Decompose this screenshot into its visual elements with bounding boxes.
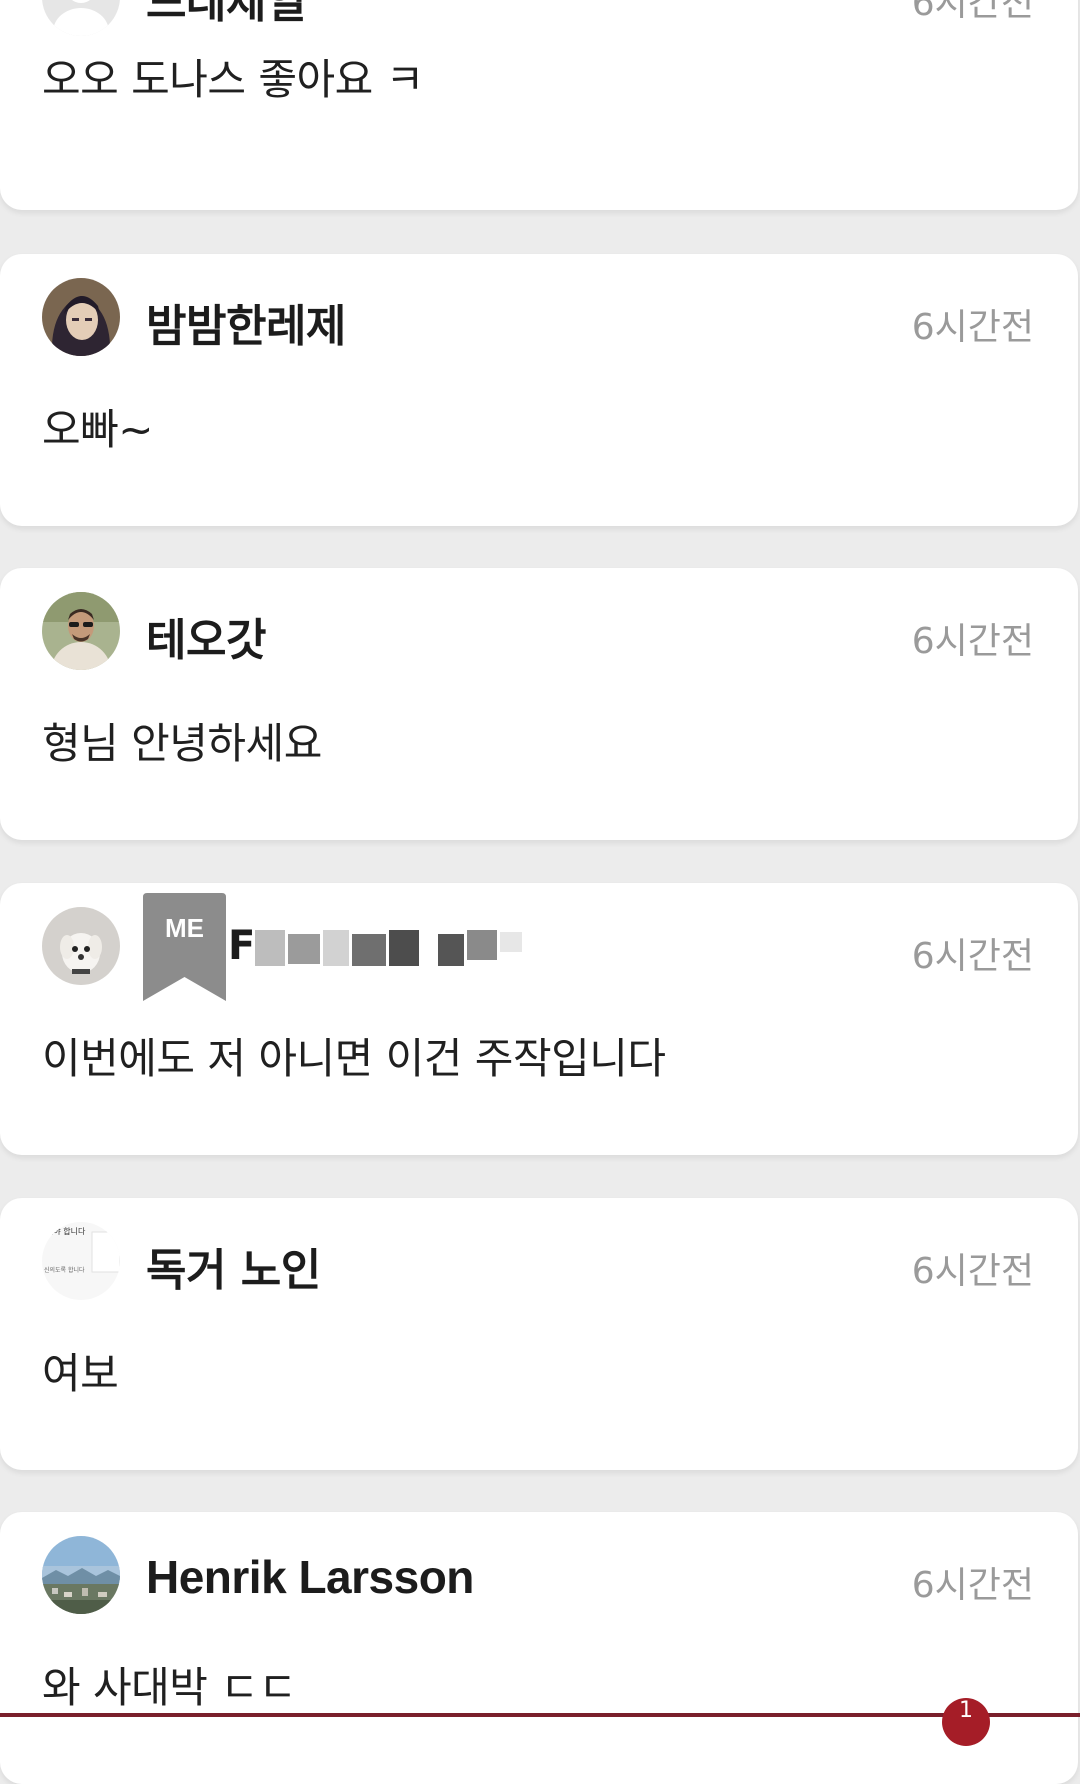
avatar[interactable] [42, 0, 120, 36]
notification-badge[interactable]: 1 [942, 1698, 990, 1746]
comment-card: 테오갓 6시간전 형님 안녕하세요 [0, 568, 1078, 840]
comment-time: 6시간전 [911, 307, 1034, 348]
comment-author[interactable]: 밤밤한레제 [146, 290, 346, 354]
comment-card: 해야 합니다 신의도록 합니다 독거 노인 6시간전 여보 [0, 1198, 1078, 1470]
comment-card: 밤밤한레제 6시간전 오빠~ [0, 254, 1078, 526]
comment-text: 오오 도나스 좋아요 ㅋ [42, 55, 424, 104]
avatar-note-line-1: 해야 합니다 [46, 1226, 86, 1236]
comment-time: 6시간전 [911, 621, 1034, 662]
comment-author[interactable]: 독거 노인 [146, 1234, 321, 1298]
comment-text: 오빠~ [42, 405, 153, 454]
white-dog-avatar [42, 907, 120, 985]
comment-author[interactable]: F [228, 923, 255, 969]
comment-time: 6시간전 [911, 1251, 1034, 1292]
avatar[interactable] [42, 592, 120, 670]
me-badge-label: ME [165, 913, 204, 943]
avatar[interactable] [42, 1536, 120, 1614]
comment-feed: 드레제일 6시간전 오오 도나스 좋아요 ㅋ 밤밤한레제 6시간전 오빠~ 테오… [0, 0, 1080, 1784]
comment-author[interactable]: 테오갓 [146, 604, 266, 668]
comment-text: 여보 [42, 1349, 119, 1398]
avatar[interactable] [42, 907, 120, 985]
city-landscape-avatar [42, 1536, 120, 1614]
comment-time: 6시간전 [911, 936, 1034, 977]
comment-text: 이번에도 저 아니면 이건 주작입니다 [42, 1034, 666, 1083]
comment-text: 와 사대박 ㄷㄷ [42, 1663, 297, 1712]
text-note-avatar: 해야 합니다 신의도록 합니다 [42, 1222, 120, 1300]
anime-character-avatar [42, 278, 120, 356]
person-sunglasses-avatar [42, 592, 120, 670]
redacted-author-initial: F [228, 923, 256, 969]
avatar-note-line-2: 신의도록 합니다 [44, 1266, 85, 1274]
comment-card: 드레제일 6시간전 오오 도나스 좋아요 ㅋ [0, 0, 1078, 210]
comment-time: 6시간전 [911, 1565, 1034, 1606]
avatar[interactable]: 해야 합니다 신의도록 합니다 [42, 1222, 120, 1300]
comment-time: 6시간전 [911, 0, 1034, 24]
default-avatar-icon [42, 0, 120, 36]
comment-card: ME F 6시간전 이번에도 저 아니면 이건 주작입니다 [0, 883, 1078, 1155]
me-badge: ME [143, 893, 226, 1005]
avatar[interactable] [42, 278, 120, 356]
comment-card: Henrik Larsson 6시간전 와 사대박 ㄷㄷ [0, 1512, 1078, 1784]
comment-text: 형님 안녕하세요 [42, 719, 322, 768]
comment-author[interactable]: 드레제일 [146, 0, 306, 30]
bottom-nav-bar [0, 1713, 1080, 1717]
comment-author[interactable]: Henrik Larsson [146, 1550, 474, 1604]
